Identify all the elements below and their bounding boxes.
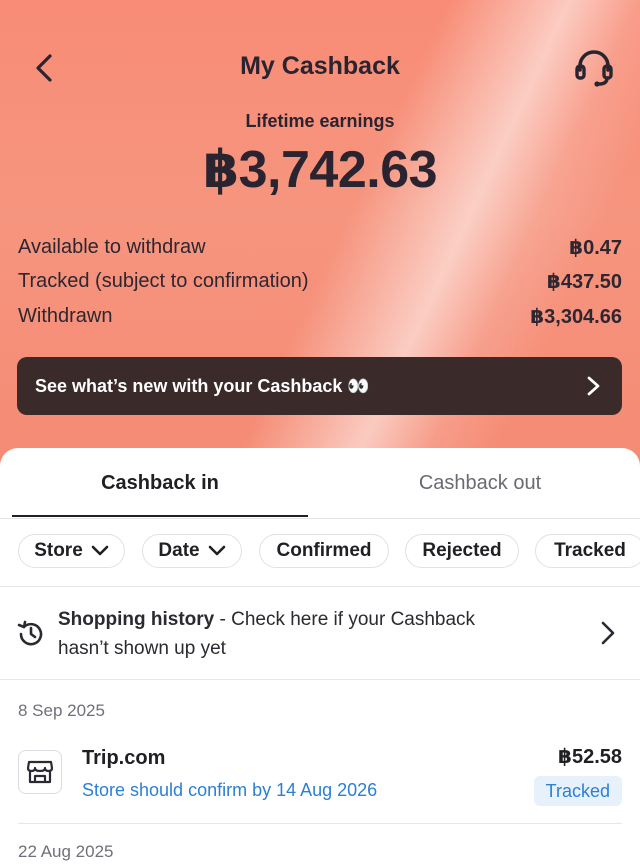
history-title: Shopping history: [58, 609, 215, 630]
available-withdraw-row: Available to withdraw ฿0.47: [18, 233, 622, 261]
store-logo: [18, 750, 62, 794]
filter-confirmed-chip[interactable]: Confirmed: [259, 534, 389, 568]
active-tab-indicator: [12, 515, 308, 517]
cashback-sheet: Cashback in Cashback out Store Date Conf…: [0, 448, 640, 868]
chevron-down-icon: [91, 545, 109, 556]
filter-date-chip[interactable]: Date: [142, 534, 242, 568]
transaction-row[interactable]: Trip.com Store should confirm by 14 Aug …: [0, 738, 640, 822]
divider: [0, 586, 640, 587]
tab-bar: Cashback in Cashback out: [0, 448, 640, 519]
chevron-right-icon: [601, 621, 615, 645]
store-name: Trip.com: [82, 747, 166, 769]
chip-label: Rejected: [422, 540, 502, 561]
withdrawn-row: Withdrawn ฿3,304.66: [18, 302, 622, 330]
lifetime-earnings-value: ฿3,742.63: [202, 141, 438, 199]
transaction-amount: ฿52.58: [558, 746, 622, 768]
chip-label: Confirmed: [276, 540, 372, 561]
transaction-date-header: 8 Sep 2025: [18, 701, 105, 720]
divider: [18, 823, 622, 824]
shopping-history-row[interactable]: Shopping history - Check here if your Ca…: [0, 588, 640, 680]
whats-new-banner[interactable]: See what’s new with your Cashback 👀: [17, 357, 622, 415]
chevron-down-icon: [208, 545, 225, 556]
store-icon: [26, 760, 54, 784]
summary-value: ฿437.50: [546, 270, 622, 293]
summary-label: Tracked (subject to confirmation): [18, 269, 309, 292]
chevron-right-icon: [587, 376, 600, 396]
history-line-1: Shopping history - Check here if your Ca…: [58, 609, 475, 631]
summary-label: Available to withdraw: [18, 235, 206, 258]
filter-tracked-chip[interactable]: Tracked: [535, 534, 640, 568]
lifetime-earnings-label: Lifetime earnings: [245, 111, 395, 131]
history-text-line-2: hasn’t shown up yet: [58, 638, 226, 659]
tab-cashback-in[interactable]: Cashback in: [12, 448, 308, 518]
page-title: My Cashback: [240, 52, 400, 80]
tracked-row: Tracked (subject to confirmation) ฿437.5…: [18, 267, 622, 295]
banner-text: See what’s new with your Cashback 👀: [35, 375, 370, 396]
summary-value: ฿0.47: [569, 236, 622, 259]
history-clock-icon: [17, 620, 43, 646]
status-badge: Tracked: [533, 776, 622, 806]
filter-chips: Store Date Confirmed Rejected Tracked: [0, 534, 640, 570]
header-hero: My Cashback Lifetime earnings ฿3,742.63 …: [0, 0, 640, 480]
chip-label: Tracked: [554, 540, 626, 561]
filter-rejected-chip[interactable]: Rejected: [405, 534, 519, 568]
chip-label: Date: [158, 540, 200, 561]
headset-icon[interactable]: [572, 46, 616, 90]
history-text: - Check here if your Cashback: [214, 609, 476, 630]
summary-label: Withdrawn: [18, 304, 113, 327]
divider: [0, 679, 640, 680]
filter-store-chip[interactable]: Store: [18, 534, 125, 568]
summary-value: ฿3,304.66: [530, 305, 622, 328]
chip-label: Store: [34, 540, 83, 561]
transaction-date-header: 22 Aug 2025: [18, 842, 114, 861]
tab-cashback-out[interactable]: Cashback out: [330, 448, 630, 518]
confirmation-note: Store should confirm by 14 Aug 2026: [82, 780, 378, 800]
